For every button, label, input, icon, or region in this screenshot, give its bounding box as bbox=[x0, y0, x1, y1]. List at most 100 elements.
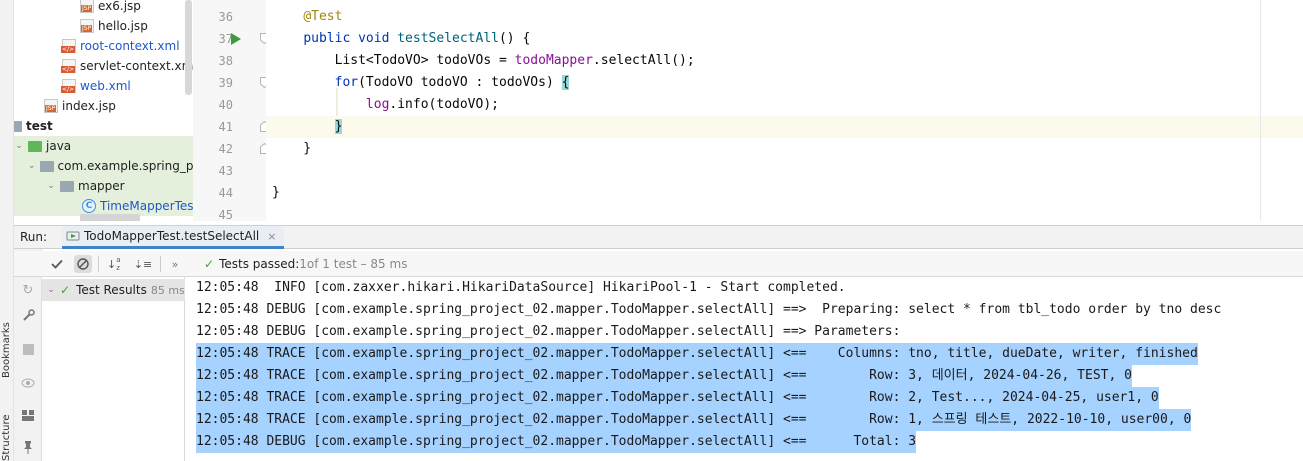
more-actions-icon[interactable]: » bbox=[166, 255, 184, 273]
pin-icon[interactable] bbox=[20, 439, 36, 455]
test-results-root[interactable]: ⌄ ✓ Test Results 85 ms bbox=[42, 279, 185, 301]
structure-tool-button[interactable]: Structure bbox=[1, 414, 12, 461]
line-number: 43 bbox=[218, 164, 233, 178]
tree-item-label: java bbox=[46, 139, 72, 153]
tree-item-web-xml[interactable]: web.xml bbox=[14, 76, 193, 96]
jsp-file-icon bbox=[44, 99, 58, 113]
line-number: 40 bbox=[218, 98, 233, 112]
code-token: () { bbox=[498, 31, 531, 46]
code-line[interactable] bbox=[266, 160, 1303, 182]
code-token: List<TodoVO> todoVOs = bbox=[272, 53, 515, 68]
run-toolbar: ↓ a z ⇣≡ » ✓ Tests passed: 1 of 1 test – … bbox=[14, 251, 1303, 277]
code-token: } bbox=[334, 119, 343, 134]
package-icon bbox=[60, 180, 74, 192]
console-line[interactable]: 12:05:48 INFO [com.zaxxer.hikari.HikariD… bbox=[196, 277, 846, 299]
tree-item-hello-jsp[interactable]: hello.jsp bbox=[14, 16, 193, 36]
tree-item-java[interactable]: ⌄ java bbox=[14, 136, 193, 156]
show-passed-icon[interactable] bbox=[48, 255, 66, 273]
tests-passed-prefix: Tests passed: bbox=[219, 257, 300, 271]
line-number: 36 bbox=[218, 10, 233, 24]
code-line[interactable]: @Test bbox=[266, 6, 1303, 28]
tree-item-package[interactable]: ⌄ com.example.spring_pro bbox=[14, 156, 193, 176]
tree-item-label: test bbox=[26, 119, 53, 133]
console-line[interactable]: 12:05:48 DEBUG [com.example.spring_proje… bbox=[196, 321, 908, 343]
tree-item-index-jsp[interactable]: index.jsp bbox=[14, 96, 193, 116]
code-line[interactable]: for(TodoVO todoVO : todoVOs) { bbox=[266, 72, 1303, 94]
chevron-down-icon[interactable]: ⌄ bbox=[14, 141, 24, 151]
console-line[interactable]: 12:05:48 TRACE [com.example.spring_proje… bbox=[196, 343, 1198, 365]
tree-item-test[interactable]: test bbox=[14, 116, 193, 136]
line-number: 38 bbox=[218, 54, 233, 68]
toolbar-separator bbox=[160, 256, 161, 272]
tree-item-root-context-xml[interactable]: root-context.xml bbox=[14, 36, 193, 56]
show-ignored-icon[interactable] bbox=[74, 255, 92, 273]
chevron-down-icon[interactable]: ⌄ bbox=[46, 285, 56, 295]
toolbar-separator bbox=[98, 256, 99, 272]
eye-icon[interactable] bbox=[20, 375, 36, 391]
tree-item-mapper[interactable]: ⌄ mapper bbox=[14, 176, 193, 196]
code-token: .selectAll(); bbox=[592, 53, 695, 68]
code-token: testSelectAll bbox=[397, 31, 499, 46]
package-icon bbox=[39, 160, 54, 172]
right-margin-guide bbox=[1260, 0, 1261, 221]
code-token: @Test bbox=[303, 9, 343, 24]
tree-item-ex6-jsp[interactable]: ex6.jsp bbox=[14, 0, 193, 16]
close-icon[interactable]: × bbox=[267, 230, 276, 243]
console-line[interactable]: 12:05:48 DEBUG [com.example.spring_proje… bbox=[196, 299, 1221, 321]
layout-icon[interactable] bbox=[20, 407, 36, 423]
console-line[interactable]: 12:05:48 TRACE [com.example.spring_proje… bbox=[196, 365, 1132, 387]
rerun-failed-icon[interactable]: ↻ bbox=[20, 282, 36, 298]
code-line[interactable]: public void testSelectAll() { bbox=[266, 28, 1303, 50]
source-folder-icon bbox=[28, 140, 42, 152]
line-number: 42 bbox=[218, 142, 233, 156]
console-line[interactable]: 12:05:48 TRACE [com.example.spring_proje… bbox=[196, 387, 1159, 409]
code-line[interactable]: log.info(todoVO); bbox=[266, 94, 1303, 116]
tree-item-label: web.xml bbox=[80, 79, 131, 93]
run-tool-window-header: Run: TodoMapperTest.testSelectAll × bbox=[14, 225, 1303, 249]
code-line[interactable]: } bbox=[266, 138, 1303, 160]
code-token: log bbox=[365, 97, 390, 112]
line-number: 37 bbox=[218, 32, 233, 46]
tree-item-partial[interactable] bbox=[80, 214, 140, 221]
tests-passed-count: 1 bbox=[299, 257, 307, 271]
console-line[interactable]: 12:05:48 TRACE [com.example.spring_proje… bbox=[196, 409, 1192, 431]
code-token: (TodoVO todoVO : todoVOs) bbox=[358, 75, 562, 90]
tree-scrollbar[interactable] bbox=[185, 0, 192, 95]
code-editor[interactable]: @Test public void testSelectAll() { List… bbox=[266, 0, 1303, 221]
chevron-down-icon[interactable]: ⌄ bbox=[28, 161, 36, 171]
test-config-icon bbox=[66, 231, 80, 241]
sort-alphabetically-icon[interactable]: ↓ a z bbox=[107, 255, 125, 273]
code-token: todoMapper bbox=[514, 53, 593, 68]
bookmarks-tool-button[interactable]: Bookmarks bbox=[1, 322, 12, 378]
tree-item-label: ex6.jsp bbox=[98, 0, 141, 13]
tree-item-servlet-context-xml[interactable]: servlet-context.xml bbox=[14, 56, 193, 76]
jsp-file-icon bbox=[80, 0, 94, 13]
code-line[interactable]: } bbox=[266, 116, 1303, 138]
xml-file-icon bbox=[61, 79, 76, 93]
chevron-down-icon[interactable]: ⌄ bbox=[46, 181, 56, 191]
sort-by-duration-icon[interactable]: ⇣≡ bbox=[134, 255, 152, 273]
console-line[interactable]: 12:05:48 DEBUG [com.example.spring_proje… bbox=[196, 431, 917, 453]
run-tab[interactable]: TodoMapperTest.testSelectAll × bbox=[62, 226, 285, 249]
line-number: 41 bbox=[218, 120, 233, 134]
tree-item-label: mapper bbox=[78, 179, 125, 193]
tree-item-timemappertest[interactable]: C TimeMapperTest bbox=[14, 196, 193, 216]
code-token: public void bbox=[303, 31, 398, 46]
tree-item-label: index.jsp bbox=[62, 99, 116, 113]
xml-file-icon bbox=[61, 59, 76, 73]
code-token: } bbox=[272, 185, 280, 200]
code-line[interactable] bbox=[266, 204, 1303, 221]
ide-window: Bookmarks Structure ex6.jsp hello.jsp ro… bbox=[0, 0, 1303, 461]
code-line[interactable]: List<TodoVO> todoVOs = todoMapper.select… bbox=[266, 50, 1303, 72]
wrench-icon[interactable] bbox=[20, 307, 36, 323]
code-line[interactable]: } bbox=[266, 182, 1303, 204]
console-output[interactable]: 12:05:48 INFO [com.zaxxer.hikari.HikariD… bbox=[186, 277, 1303, 461]
run-test-icon[interactable] bbox=[231, 33, 241, 45]
stop-icon[interactable] bbox=[20, 341, 36, 357]
left-tool-strip: Bookmarks Structure bbox=[0, 0, 14, 461]
editor-gutter: 36 37 38 39 40 41 42 43 44 45 bbox=[193, 0, 269, 222]
